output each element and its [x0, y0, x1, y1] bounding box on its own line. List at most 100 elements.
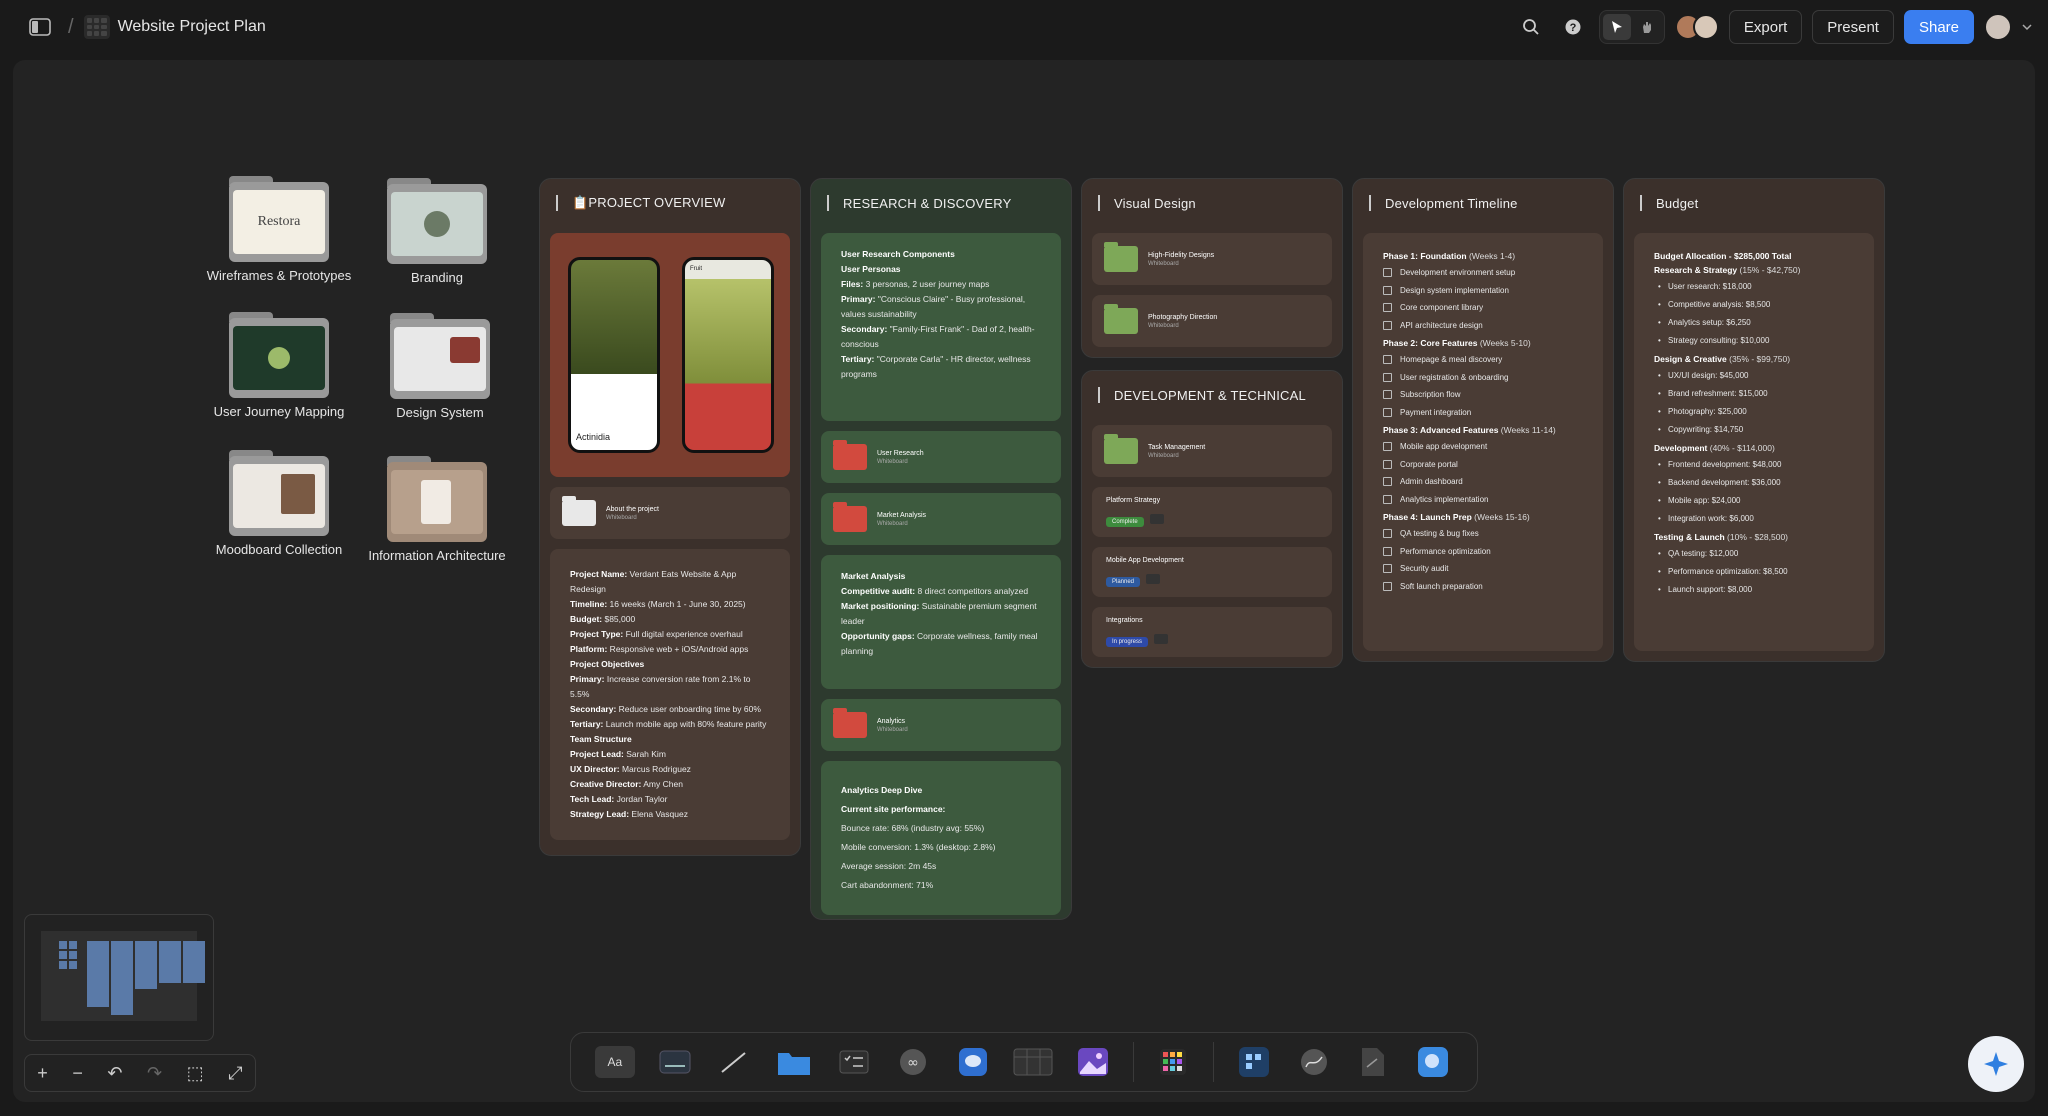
undo-icon[interactable]: ↶	[107, 1063, 122, 1084]
svg-text:∞: ∞	[907, 1055, 919, 1071]
text-line-label: Project Type:	[570, 629, 624, 639]
folder-icon[interactable]	[774, 1046, 814, 1078]
checklist-item[interactable]: Subscription flow	[1383, 386, 1583, 404]
checklist-item[interactable]: QA testing & bug fixes	[1383, 525, 1583, 543]
column-development-technical[interactable]: DEVELOPMENT & TECHNICAL Task Management W…	[1081, 370, 1343, 668]
sidebar-toggle-icon[interactable]	[24, 12, 56, 42]
user-research-card[interactable]: User Research Components User Personas Fil…	[821, 233, 1061, 421]
image-icon[interactable]	[1073, 1046, 1113, 1078]
analytics-card[interactable]: Analytics Deep Dive Current site performa…	[821, 761, 1061, 915]
checklist-item[interactable]: Payment integration	[1383, 404, 1583, 422]
embed-icon[interactable]	[1234, 1046, 1274, 1078]
status-badge[interactable]: Planned	[1106, 577, 1141, 587]
redo-icon[interactable]: ↷	[147, 1063, 162, 1084]
bottom-toolbar: Aa ∞	[570, 1032, 1478, 1092]
whiteboard-card-market-analysis[interactable]: Market Analysis Whiteboard	[821, 493, 1061, 545]
link-icon[interactable]: ∞	[893, 1046, 933, 1078]
checklist-item[interactable]: Design system implementation	[1383, 282, 1583, 300]
folder-design-system[interactable]: Design System	[340, 313, 540, 420]
column-research-discovery[interactable]: RESEARCH & DISCOVERY User Research Compo…	[810, 178, 1072, 920]
status-badge[interactable]: Complete	[1106, 517, 1144, 527]
hand-pan-icon[interactable]	[1633, 14, 1661, 40]
checklist-item[interactable]: Core component library	[1383, 299, 1583, 317]
status-card[interactable]: Platform Strategy Complete	[1092, 487, 1332, 537]
zoom-in-icon[interactable]: +	[37, 1063, 48, 1084]
present-button[interactable]: Present	[1812, 10, 1894, 44]
budget-line-item: QA testing: $12,000	[1654, 545, 1854, 563]
ai-assistant-button[interactable]	[1968, 1036, 2024, 1092]
whiteboard-card-photography[interactable]: Photography Direction Whiteboard	[1092, 295, 1332, 347]
status-card[interactable]: Integrations In progress	[1092, 607, 1332, 657]
chevron-down-icon[interactable]	[2022, 23, 2032, 31]
help-icon[interactable]: ?	[1557, 12, 1589, 42]
search-icon[interactable]	[1515, 12, 1547, 42]
project-overview-card[interactable]: Project Name: Verdant Eats Website & App…	[550, 549, 790, 840]
whiteboard-card-about[interactable]: About the project Whiteboard	[550, 487, 790, 539]
pen-icon[interactable]	[1294, 1046, 1334, 1078]
budget-group-heading: Design & Creative (35% - $99,750)	[1654, 354, 1854, 364]
text-icon[interactable]: Aa	[595, 1046, 635, 1078]
checklist-icon[interactable]	[834, 1046, 874, 1078]
checklist-item[interactable]: Soft launch preparation	[1383, 578, 1583, 596]
checklist-item[interactable]: Mobile app development	[1383, 438, 1583, 456]
checklist-item[interactable]: Analytics implementation	[1383, 491, 1583, 509]
checklist-item[interactable]: Development environment setup	[1383, 264, 1583, 282]
text-line: Files: 3 personas, 2 user journey maps	[841, 277, 1041, 292]
collaborator-avatars[interactable]	[1674, 14, 1719, 40]
whiteboard-card-user-research[interactable]: User Research Whiteboard	[821, 431, 1061, 483]
checklist-item[interactable]: User registration & onboarding	[1383, 369, 1583, 387]
app-mockup-image[interactable]: Actinidia Fruit	[550, 233, 790, 477]
column-development-timeline[interactable]: Development Timeline Phase 1: Foundation…	[1352, 178, 1614, 662]
folder-information-architecture[interactable]: Information Architecture	[337, 456, 537, 563]
folder-label: Design System	[396, 405, 484, 420]
fit-to-screen-icon[interactable]: ⬚	[187, 1063, 204, 1084]
apps-icon[interactable]	[1154, 1046, 1194, 1078]
budget-group-total: (15% - $42,750)	[1737, 265, 1801, 275]
project-title[interactable]: Website Project Plan	[118, 18, 266, 36]
status-badge[interactable]: In progress	[1106, 637, 1149, 647]
checklist-item[interactable]: API architecture design	[1383, 317, 1583, 335]
whiteboard-card-analytics[interactable]: Analytics Whiteboard	[821, 699, 1061, 751]
shape-icon[interactable]	[1413, 1046, 1453, 1078]
column-project-overview[interactable]: 📋PROJECT OVERVIEW Actinidia Fruit About …	[539, 178, 801, 856]
checklist-item[interactable]: Performance optimization	[1383, 543, 1583, 561]
timeline-checklist-card[interactable]: Phase 1: Foundation (Weeks 1-4) Developme…	[1363, 233, 1603, 651]
checklist-item[interactable]: Homepage & meal discovery	[1383, 351, 1583, 369]
budget-group-heading: Development (40% - $114,000)	[1654, 443, 1854, 453]
minimap[interactable]	[24, 914, 214, 1041]
sticky-note-icon[interactable]	[655, 1046, 695, 1078]
text-line: Average session: 2m 45s	[841, 857, 1041, 876]
calendar-icon[interactable]	[1149, 513, 1164, 524]
whiteboard-card-task-management[interactable]: Task Management Whiteboard	[1092, 425, 1332, 477]
share-button[interactable]: Share	[1903, 10, 1974, 44]
checklist-item[interactable]: Corporate portal	[1383, 456, 1583, 474]
phase-heading: Phase 1: Foundation (Weeks 1-4)	[1383, 251, 1583, 261]
phase-heading: Phase 3: Advanced Features (Weeks 11-14)	[1383, 425, 1583, 435]
budget-card[interactable]: Budget Allocation - $285,000 Total Resea…	[1634, 233, 1874, 651]
card-title: User Research	[877, 449, 924, 457]
document-icon[interactable]	[1354, 1046, 1394, 1078]
comment-icon[interactable]	[953, 1046, 993, 1078]
checklist-item[interactable]: Security audit	[1383, 560, 1583, 578]
folder-branding[interactable]: Branding	[337, 178, 537, 285]
market-analysis-card[interactable]: Market Analysis Competitive audit: 8 dire…	[821, 555, 1061, 689]
export-button[interactable]: Export	[1728, 10, 1803, 44]
table-icon[interactable]	[1013, 1046, 1053, 1078]
select-cursor-icon[interactable]	[1602, 14, 1631, 40]
arrow-icon[interactable]	[714, 1046, 754, 1078]
fullscreen-icon[interactable]: ⤢	[228, 1063, 242, 1084]
text-line: Bounce rate: 68% (industry avg: 55%)	[841, 819, 1041, 838]
column-budget[interactable]: Budget Budget Allocation - $285,000 Tota…	[1623, 178, 1885, 662]
calendar-icon[interactable]	[1146, 573, 1161, 584]
text-line: Market Analysis	[841, 569, 1041, 584]
whiteboard-card-hifi[interactable]: High-Fidelity Designs Whiteboard	[1092, 233, 1332, 285]
phase-weeks: (Weeks 15-16)	[1471, 512, 1530, 522]
whiteboard-canvas[interactable]: Restora Wireframes & Prototypes Branding…	[13, 60, 2035, 1102]
status-card-title: Integrations	[1106, 617, 1143, 624]
user-avatar[interactable]	[1984, 13, 2012, 41]
status-card[interactable]: Mobile App Development Planned	[1092, 547, 1332, 597]
zoom-out-icon[interactable]: −	[72, 1063, 83, 1084]
checklist-item[interactable]: Admin dashboard	[1383, 473, 1583, 491]
column-visual-design[interactable]: Visual Design High-Fidelity Designs White…	[1081, 178, 1343, 358]
calendar-icon[interactable]	[1154, 633, 1169, 644]
